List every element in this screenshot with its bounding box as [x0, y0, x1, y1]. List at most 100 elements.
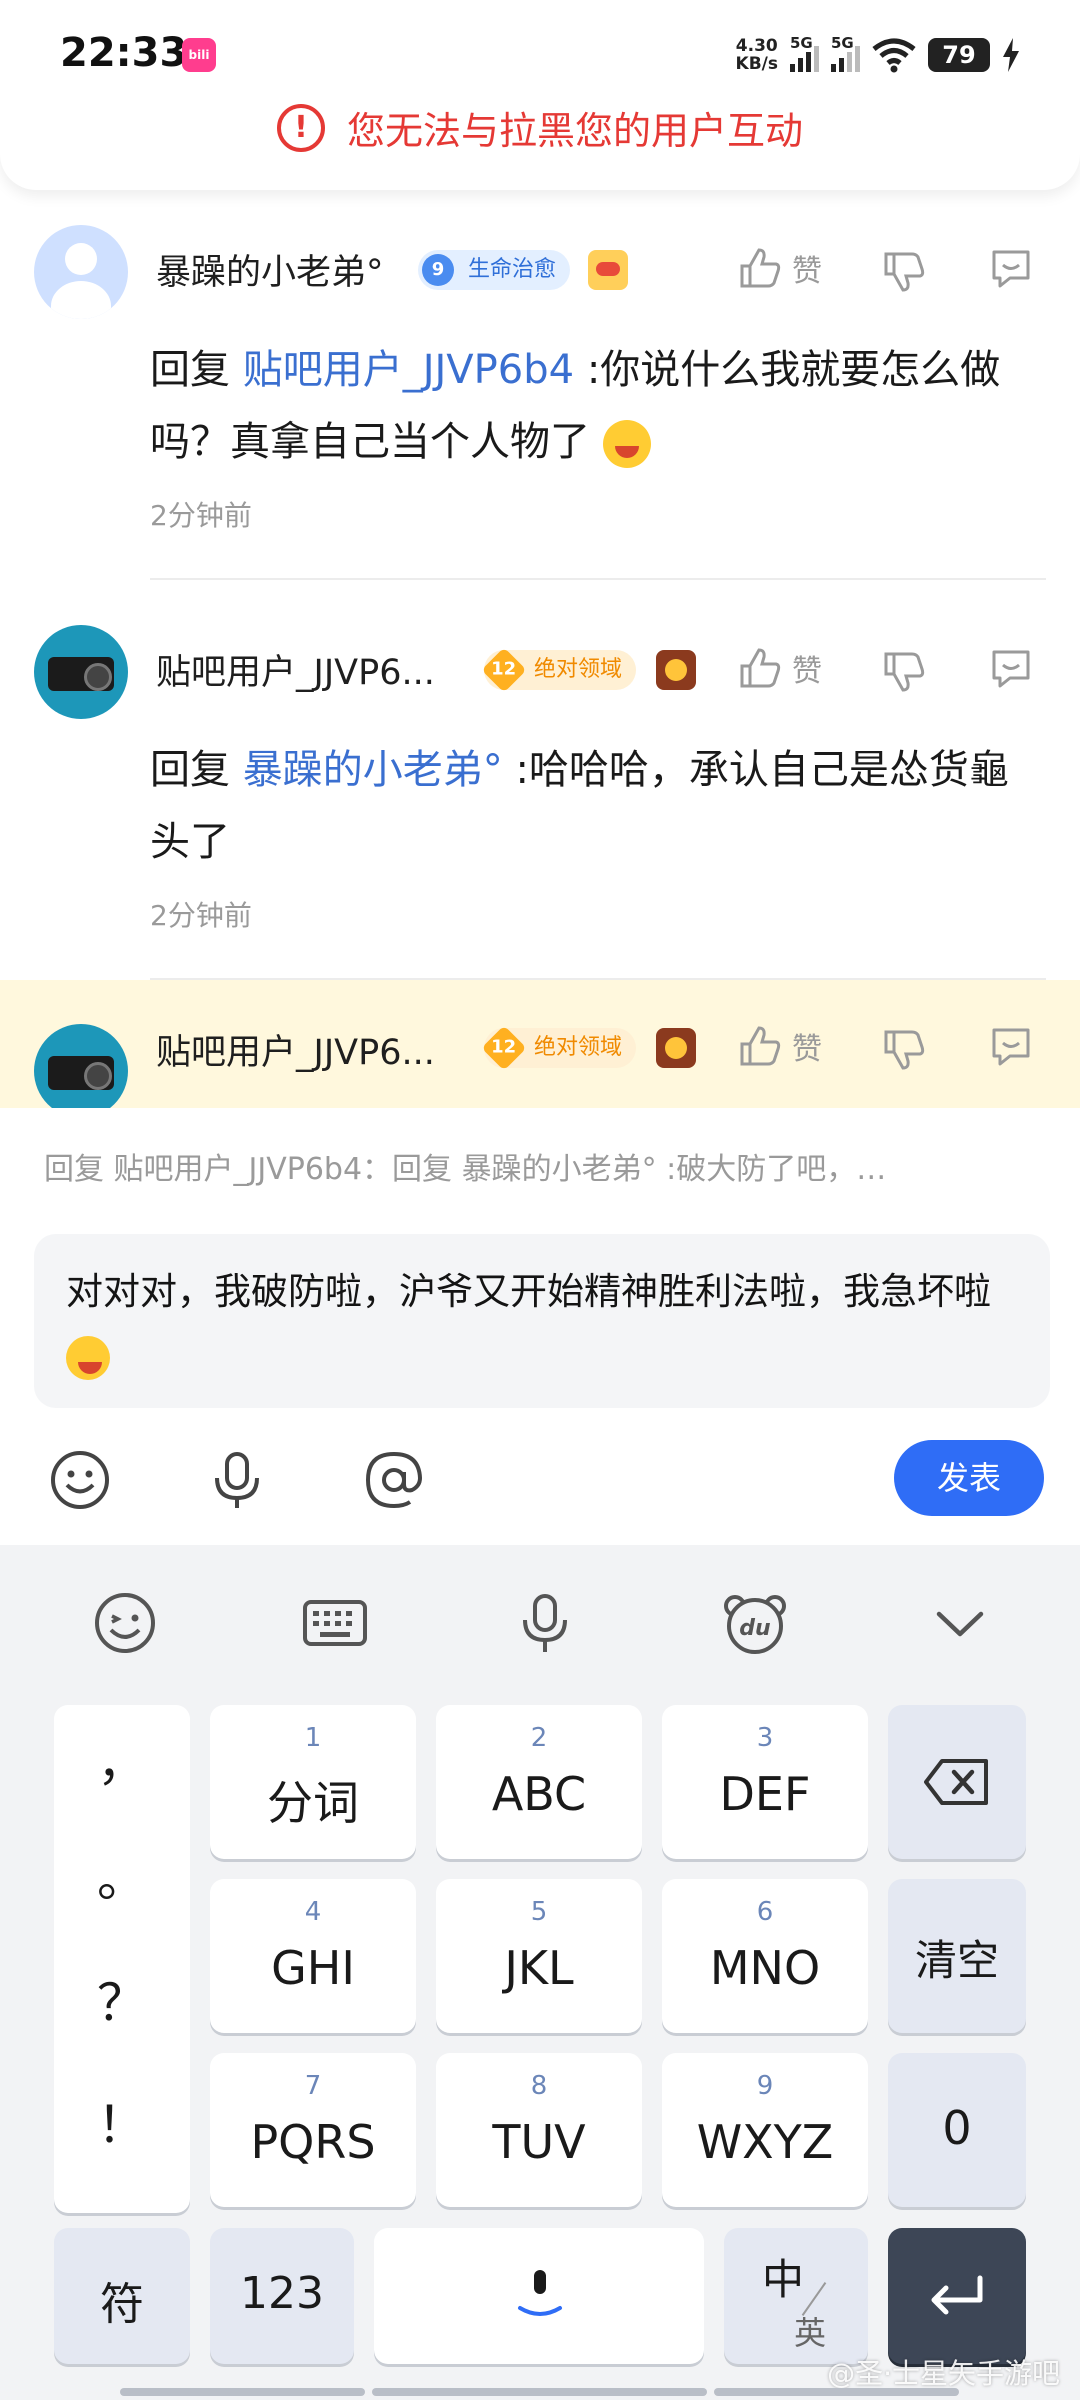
like-button[interactable]: 赞 [738, 246, 822, 290]
net-speed-value: 4.30 [735, 36, 778, 56]
microphone-icon[interactable] [205, 1448, 269, 1512]
key-5[interactable]: 5 JKL [436, 1879, 642, 2033]
game-medal-icon [588, 250, 628, 290]
key-number: 1 [304, 1723, 322, 1753]
key-number: 2 [530, 1723, 548, 1753]
signal-icon: 5G [790, 34, 819, 72]
reply-icon[interactable] [988, 646, 1034, 692]
net-speed-unit: KB/s [735, 54, 778, 74]
at-mention-icon[interactable] [362, 1448, 426, 1512]
laughing-emoji-icon [602, 420, 651, 468]
level-badge: 9 生命治愈 [418, 250, 571, 290]
key-6[interactable]: 6 MNO [662, 1879, 868, 2033]
badge-label: 生命治愈 [468, 257, 557, 282]
space-key[interactable] [374, 2228, 704, 2364]
reply-icon[interactable] [988, 246, 1034, 292]
keyboard-switch-icon[interactable] [300, 1590, 370, 1656]
key-label: TUV [492, 2115, 586, 2169]
toast-message: 您无法与拉黑您的用户互动 [346, 109, 803, 153]
key-9[interactable]: 9 WXYZ [662, 2053, 868, 2207]
avatar[interactable] [34, 625, 128, 719]
post-button[interactable]: 发表 [894, 1440, 1044, 1516]
star-medal-icon [656, 650, 696, 690]
signal-type: 5G [790, 34, 813, 52]
key-number: 4 [304, 1897, 322, 1927]
block-toast: ! 您无法与拉黑您的用户互动 [0, 100, 1080, 155]
du-bear-icon[interactable]: du [720, 1590, 790, 1656]
thumbs-down-icon[interactable] [882, 250, 926, 294]
comment-item: 暴躁的小老弟° 9 生命治愈 赞 回复 贴吧用户_JJVP6b4 :你说什么我就… [0, 200, 1080, 590]
avatar[interactable] [34, 1024, 128, 1118]
home-indicator[interactable] [714, 2388, 959, 2396]
badge-label: 绝对领域 [534, 1035, 623, 1060]
punct-key[interactable]: ， [54, 1723, 190, 1795]
key-label: 清空 [914, 1936, 999, 1985]
like-label: 赞 [792, 254, 822, 289]
punct-key[interactable]: ！ [54, 2085, 190, 2157]
home-indicator[interactable] [120, 2388, 365, 2396]
key-7[interactable]: 7 PQRS [210, 2053, 416, 2207]
like-label: 赞 [792, 1032, 822, 1067]
toast-card: 22:33 bili 4.30 KB/s 5G 5G 79 ! 您无法与拉黑您的用… [0, 0, 1080, 190]
home-indicator[interactable] [372, 2388, 707, 2396]
key-4[interactable]: 4 GHI [210, 1879, 416, 2033]
emoji-icon[interactable] [48, 1448, 112, 1512]
reply-icon[interactable] [988, 1024, 1034, 1070]
avatar[interactable] [34, 225, 128, 319]
symbol-key[interactable]: 符 [54, 2228, 190, 2364]
keyboard-emoji-icon[interactable] [90, 1590, 160, 1656]
thumbs-up-icon [740, 648, 781, 688]
svg-text:du: du [739, 1616, 770, 1641]
level-number: 12 [481, 1025, 527, 1071]
key-number: 7 [304, 2071, 322, 2101]
key-number: 9 [756, 2071, 774, 2101]
key-1[interactable]: 1 分词 [210, 1705, 416, 1859]
key-label: GHI [271, 1941, 355, 1995]
key-number: 5 [530, 1897, 548, 1927]
language-switch-key[interactable]: 中 英 [724, 2228, 868, 2364]
star-medal-icon [656, 1028, 696, 1068]
collapse-keyboard-icon[interactable] [925, 1590, 995, 1656]
key-3[interactable]: 3 DEF [662, 1705, 868, 1859]
clear-key[interactable]: 清空 [888, 1879, 1026, 2033]
key-number: 3 [756, 1723, 774, 1753]
warning-icon: ! [276, 103, 325, 152]
key-2[interactable]: 2 ABC [436, 1705, 642, 1859]
like-button[interactable]: 赞 [738, 646, 822, 690]
punct-key[interactable]: 。 [54, 1839, 190, 1911]
level-number: 12 [481, 647, 527, 693]
thumbs-down-icon[interactable] [882, 650, 926, 694]
mention-link[interactable]: 暴躁的小老弟° [243, 747, 503, 793]
lang-main-label: 中 [762, 2255, 805, 2304]
comment-username[interactable]: 暴躁的小老弟° [156, 244, 384, 295]
key-8[interactable]: 8 TUV [436, 2053, 642, 2207]
status-indicators: 4.30 KB/s 5G 5G 79 [736, 30, 1020, 80]
thumbs-down-icon[interactable] [882, 1028, 926, 1072]
key-label: 0 [942, 2101, 972, 2155]
comment-item: 贴吧用户_JJVP6... 12 绝对领域 赞 回复 暴躁的小老弟° :哈哈哈，… [0, 600, 1080, 990]
level-number: 9 [422, 254, 454, 286]
comment-username[interactable]: 贴吧用户_JJVP6... [156, 644, 435, 695]
battery-indicator: 79 [928, 38, 990, 72]
punct-key[interactable]: ？ [54, 1963, 190, 2035]
comment-username[interactable]: 贴吧用户_JJVP6... [156, 1024, 435, 1075]
reply-input[interactable]: 对对对，我破防啦，沪爷又开始精神胜利法啦，我急坏啦 [34, 1234, 1050, 1408]
key-0[interactable]: 0 [888, 2053, 1026, 2207]
comment-body: 回复 暴躁的小老弟° :哈哈哈，承认自己是怂货龜头了 [150, 734, 1040, 878]
mention-link[interactable]: 贴吧用户_JJVP6b4 [243, 347, 574, 393]
key-label: ABC [491, 1767, 587, 1821]
backspace-key[interactable] [888, 1705, 1026, 1859]
key-label: DEF [719, 1767, 811, 1821]
like-button[interactable]: 赞 [738, 1024, 822, 1068]
number-mode-key[interactable]: 123 [210, 2228, 354, 2364]
key-number: 6 [756, 1897, 774, 1927]
enter-key[interactable] [888, 2228, 1026, 2364]
watermark: @圣·士星矢手游吧 [827, 2357, 1060, 2390]
reply-target-preview: 回复 贴吧用户_JJVP6b4：回复 暴躁的小老弟° :破大防了吧，… [44, 1152, 887, 1187]
signal-icon: 5G [831, 34, 860, 72]
keyboard-toolbar: du [0, 1545, 1080, 1695]
voice-input-icon[interactable] [510, 1590, 580, 1656]
key-number: 8 [530, 2071, 548, 2101]
reply-prefix: 回复 [150, 747, 230, 793]
punctuation-column[interactable]: ， 。 ？ ！ [54, 1705, 190, 2213]
